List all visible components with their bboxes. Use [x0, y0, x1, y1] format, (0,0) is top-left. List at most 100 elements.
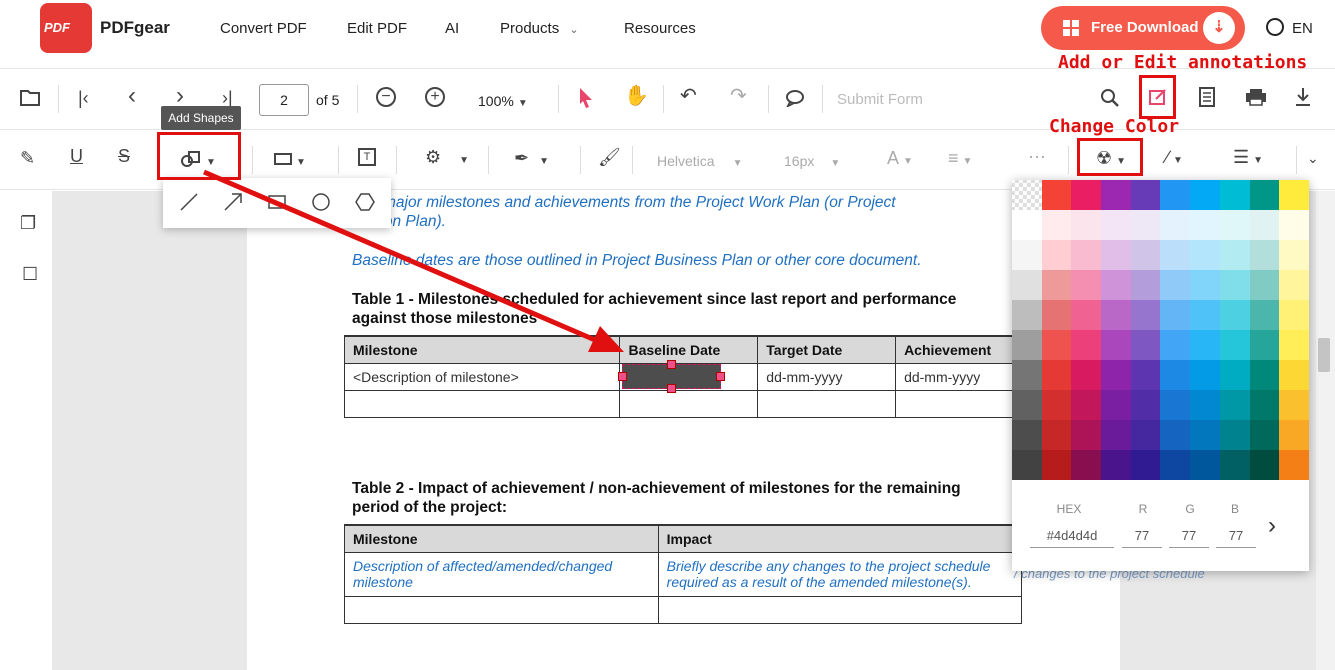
highlighter-icon[interactable]: ✎	[20, 148, 35, 168]
arrow-shape-icon[interactable]	[223, 192, 243, 212]
color-swatch[interactable]	[1249, 270, 1280, 300]
color-swatch[interactable]	[1071, 420, 1102, 450]
color-swatch[interactable]	[1101, 300, 1131, 330]
nav-products[interactable]: Products ⌄	[500, 20, 579, 37]
color-swatch[interactable]	[1071, 450, 1102, 480]
color-swatch[interactable]	[1041, 420, 1072, 450]
color-swatch[interactable]	[1071, 300, 1102, 330]
color-swatch[interactable]	[1041, 360, 1072, 390]
color-swatch[interactable]	[1041, 180, 1072, 210]
line-shape-icon[interactable]	[179, 192, 199, 212]
circle-shape-icon[interactable]	[311, 192, 331, 212]
color-swatch[interactable]	[1190, 450, 1220, 480]
color-swatch[interactable]	[1160, 300, 1191, 330]
color-swatch[interactable]	[1130, 210, 1161, 240]
brand-name[interactable]: PDFgear	[100, 18, 170, 38]
color-swatch[interactable]	[1130, 180, 1161, 210]
brush-icon[interactable]: 🖌	[598, 147, 621, 167]
color-swatch[interactable]	[1249, 240, 1280, 270]
color-swatch[interactable]	[1249, 300, 1280, 330]
print-icon[interactable]	[1245, 88, 1267, 106]
color-swatch[interactable]	[1249, 330, 1280, 360]
nav-edit-pdf[interactable]: Edit PDF	[347, 20, 407, 37]
color-swatch[interactable]	[1130, 270, 1161, 300]
color-swatch[interactable]	[1279, 270, 1309, 300]
color-swatch[interactable]	[1071, 330, 1102, 360]
color-swatch[interactable]	[1041, 240, 1072, 270]
color-swatch[interactable]	[1249, 450, 1280, 480]
stamp-button[interactable]: ⚙ ▼	[425, 147, 469, 171]
font-color-select[interactable]: A ▼	[887, 148, 913, 172]
rectangle-shape-icon[interactable]	[267, 192, 287, 212]
color-swatch[interactable]	[1041, 300, 1072, 330]
font-size-select[interactable]: 16px ▼	[784, 151, 840, 174]
underline-icon[interactable]: U	[70, 146, 83, 166]
color-swatch[interactable]	[1101, 180, 1131, 210]
color-swatch[interactable]	[1249, 360, 1280, 390]
color-swatch[interactable]	[1160, 360, 1191, 390]
vertical-scrollbar[interactable]	[1316, 191, 1335, 670]
comment-icon[interactable]	[785, 89, 805, 107]
color-swatch[interactable]	[1219, 390, 1250, 420]
color-swatch[interactable]	[1160, 240, 1191, 270]
color-swatch[interactable]	[1219, 240, 1250, 270]
color-swatch[interactable]	[1101, 420, 1131, 450]
color-swatch[interactable]	[1190, 180, 1220, 210]
color-swatch[interactable]	[1071, 240, 1102, 270]
download-file-icon[interactable]	[1294, 86, 1312, 108]
color-swatch[interactable]	[1012, 360, 1042, 390]
color-swatch[interactable]	[1041, 390, 1072, 420]
stroke-color-button[interactable]: ∕ ▼	[1166, 147, 1183, 171]
color-swatch[interactable]	[1071, 270, 1102, 300]
color-swatch[interactable]	[1130, 240, 1161, 270]
color-swatch[interactable]	[1012, 270, 1042, 300]
color-swatch[interactable]	[1219, 210, 1250, 240]
color-swatch[interactable]	[1160, 450, 1191, 480]
zoom-select[interactable]: 100% ▼	[478, 93, 528, 109]
color-swatch[interactable]	[1279, 360, 1309, 390]
color-swatch[interactable]	[1249, 180, 1280, 210]
b-input[interactable]: 77	[1216, 524, 1256, 548]
color-swatch[interactable]	[1012, 300, 1042, 330]
color-swatch[interactable]	[1101, 390, 1131, 420]
page-number-input[interactable]: 2	[259, 84, 309, 116]
first-page-icon[interactable]: |‹	[78, 88, 89, 108]
measure-button[interactable]: ▼	[274, 149, 306, 173]
color-swatch[interactable]	[1219, 360, 1250, 390]
language-selector[interactable]: EN	[1266, 18, 1313, 37]
color-swatch[interactable]	[1190, 330, 1220, 360]
signature-button[interactable]: ✒ ▼	[514, 148, 549, 172]
r-input[interactable]: 77	[1122, 524, 1162, 548]
color-swatch[interactable]	[1190, 390, 1220, 420]
color-swatch[interactable]	[1249, 210, 1280, 240]
nav-resources[interactable]: Resources	[624, 20, 696, 37]
text-align-select[interactable]: ≡ ▼	[948, 148, 972, 172]
color-swatch[interactable]	[1130, 390, 1161, 420]
color-swatch[interactable]	[1160, 390, 1191, 420]
resize-handle[interactable]	[667, 360, 676, 369]
color-swatch[interactable]	[1041, 450, 1072, 480]
color-swatch[interactable]	[1041, 210, 1072, 240]
text-box-icon[interactable]: T	[358, 148, 376, 166]
color-swatch[interactable]	[1190, 360, 1220, 390]
color-swatch[interactable]	[1160, 180, 1191, 210]
color-swatch[interactable]	[1219, 300, 1250, 330]
color-swatch[interactable]	[1279, 420, 1309, 450]
color-swatch[interactable]	[1219, 270, 1250, 300]
color-swatch[interactable]	[1130, 300, 1161, 330]
color-swatch[interactable]	[1130, 420, 1161, 450]
color-swatch[interactable]	[1190, 420, 1220, 450]
color-swatch[interactable]	[1071, 180, 1102, 210]
color-swatch[interactable]	[1071, 390, 1102, 420]
zoom-out-icon[interactable]: −	[376, 87, 396, 107]
color-swatch[interactable]	[1279, 210, 1309, 240]
color-swatch[interactable]	[1279, 240, 1309, 270]
color-swatch[interactable]	[1219, 420, 1250, 450]
transparent-swatch[interactable]	[1012, 180, 1042, 210]
color-swatch[interactable]	[1190, 240, 1220, 270]
color-swatch[interactable]	[1041, 270, 1072, 300]
zoom-in-icon[interactable]: +	[425, 87, 445, 107]
hand-pan-icon[interactable]: ✋	[624, 86, 649, 106]
color-swatch[interactable]	[1190, 270, 1220, 300]
color-swatch[interactable]	[1012, 210, 1042, 240]
